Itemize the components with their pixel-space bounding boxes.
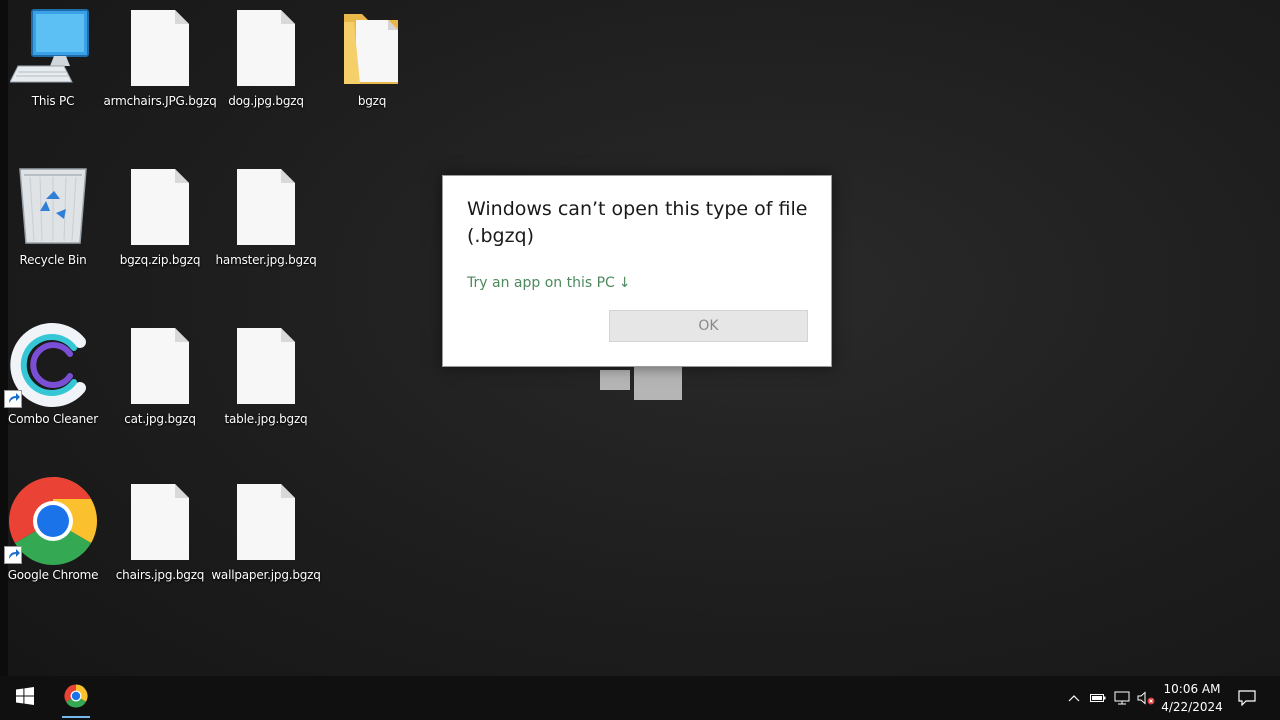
icon-label: chairs.jpg.bgzq bbox=[115, 568, 205, 582]
icon-label: Combo Cleaner bbox=[8, 412, 98, 426]
document-icon bbox=[213, 163, 319, 249]
icon-label: table.jpg.bgzq bbox=[224, 412, 308, 426]
icon-label: bgzq bbox=[357, 94, 387, 108]
taskbar-chrome-button[interactable] bbox=[52, 676, 100, 720]
battery-icon[interactable] bbox=[1088, 676, 1108, 720]
ok-button[interactable]: OK bbox=[609, 310, 808, 342]
desktop-icon-file[interactable]: armchairs.JPG.bgzq bbox=[103, 4, 217, 122]
icon-label: dog.jpg.bgzq bbox=[228, 94, 304, 108]
try-an-app-link[interactable]: Try an app on this PC ↓ bbox=[467, 275, 631, 291]
desktop-icon-folder[interactable]: bgzq bbox=[319, 4, 425, 122]
combo-cleaner-icon bbox=[0, 322, 106, 408]
clock[interactable]: 10:06 AM 4/22/2024 bbox=[1156, 680, 1228, 716]
start-button[interactable] bbox=[0, 676, 50, 720]
folder-icon bbox=[319, 4, 425, 90]
document-icon bbox=[213, 322, 319, 408]
icon-label: This PC bbox=[31, 94, 75, 108]
document-icon bbox=[107, 4, 213, 90]
icon-label: bgzq.zip.bgzq bbox=[119, 253, 201, 267]
icon-label: Google Chrome bbox=[7, 568, 99, 582]
desktop-icon-file[interactable]: cat.jpg.bgzq bbox=[107, 322, 213, 440]
document-icon bbox=[213, 4, 319, 90]
dialog-title: Windows can’t open this type of file (.b… bbox=[467, 198, 808, 247]
document-icon bbox=[107, 478, 213, 564]
cant-open-file-dialog: Windows can’t open this type of file (.b… bbox=[442, 175, 832, 367]
desktop-icon-file[interactable]: hamster.jpg.bgzq bbox=[213, 163, 319, 281]
network-icon[interactable] bbox=[1112, 676, 1132, 720]
clock-time: 10:06 AM bbox=[1163, 682, 1221, 696]
action-center-icon[interactable] bbox=[1234, 676, 1260, 720]
volume-muted-icon[interactable] bbox=[1136, 676, 1156, 720]
chrome-icon bbox=[64, 683, 88, 713]
desktop-icon-file[interactable]: wallpaper.jpg.bgzq bbox=[211, 478, 321, 596]
icon-label: cat.jpg.bgzq bbox=[124, 412, 196, 426]
icon-label: wallpaper.jpg.bgzq bbox=[211, 568, 321, 582]
desktop-icon-this-pc[interactable]: This PC bbox=[0, 4, 106, 122]
wallpaper-windows-logo bbox=[600, 366, 682, 400]
desktop-icon-file[interactable]: chairs.jpg.bgzq bbox=[107, 478, 213, 596]
recycle-bin-icon bbox=[0, 163, 106, 249]
icon-label: hamster.jpg.bgzq bbox=[215, 253, 317, 267]
shortcut-arrow-icon bbox=[4, 390, 22, 408]
active-indicator bbox=[62, 716, 90, 718]
icon-label: armchairs.JPG.bgzq bbox=[103, 94, 217, 108]
desktop-icon-combo-cleaner[interactable]: Combo Cleaner bbox=[0, 322, 106, 440]
clock-date: 4/22/2024 bbox=[1161, 700, 1223, 714]
icon-label: Recycle Bin bbox=[19, 253, 87, 267]
document-icon bbox=[107, 163, 213, 249]
taskbar: 10:06 AM 4/22/2024 bbox=[0, 676, 1280, 720]
document-icon bbox=[107, 322, 213, 408]
desktop: This PC armchairs.JPG.bgzq dog.jpg.bgzq … bbox=[0, 0, 1280, 676]
shortcut-arrow-icon bbox=[4, 546, 22, 564]
desktop-icon-file[interactable]: bgzq.zip.bgzq bbox=[107, 163, 213, 281]
desktop-icon-file[interactable]: dog.jpg.bgzq bbox=[213, 4, 319, 122]
document-icon bbox=[213, 478, 319, 564]
desktop-icon-google-chrome[interactable]: Google Chrome bbox=[0, 477, 106, 596]
desktop-icon-recycle-bin[interactable]: Recycle Bin bbox=[0, 163, 106, 281]
windows-logo-icon bbox=[16, 686, 34, 710]
arrow-down-icon: ↓ bbox=[618, 275, 631, 291]
this-pc-icon bbox=[0, 4, 106, 90]
chevron-up-icon[interactable] bbox=[1064, 676, 1084, 720]
chrome-icon bbox=[0, 477, 106, 565]
desktop-icon-file[interactable]: table.jpg.bgzq bbox=[213, 322, 319, 440]
try-an-app-label: Try an app on this PC bbox=[467, 275, 615, 291]
